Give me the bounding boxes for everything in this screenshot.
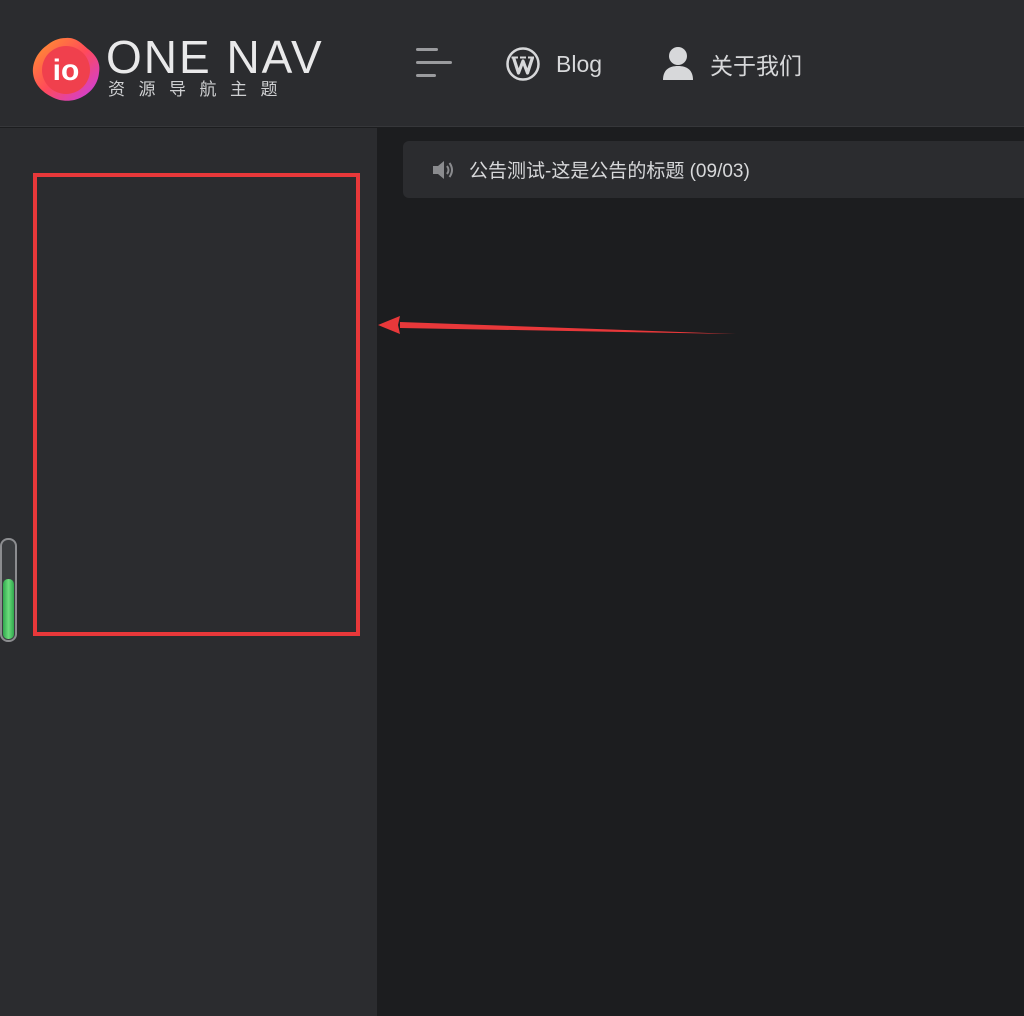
sidebar	[0, 128, 377, 1016]
svg-text:io: io	[53, 54, 80, 87]
logo-title: ONE NAV	[106, 31, 324, 83]
nav-item-label: 关于我们	[710, 53, 802, 79]
wordpress-icon	[506, 47, 540, 81]
announcement-bar: 公告测试-这是公告的标题 (09/03)	[403, 141, 1024, 198]
announcement-link[interactable]: 公告测试-这是公告的标题 (09/03)	[469, 156, 750, 183]
page: io ONE NAV 资源导航主题 Blog 关于我们 公告测试-这是公告的标题…	[0, 0, 1024, 1016]
highlight-box	[33, 173, 360, 636]
logo-subtitle: 资源导航主题	[108, 80, 291, 99]
nav-item-blog[interactable]: Blog	[506, 44, 602, 84]
io-logo-icon: io	[30, 35, 102, 103]
nav-item-about[interactable]: 关于我们	[662, 44, 802, 84]
user-icon	[662, 46, 694, 82]
menu-icon[interactable]	[416, 46, 454, 80]
scroll-indicator-fill	[3, 579, 14, 639]
speaker-icon	[431, 159, 455, 181]
site-header: io ONE NAV 资源导航主题 Blog 关于我们	[0, 0, 1024, 127]
site-logo[interactable]: io ONE NAV 资源导航主题	[30, 32, 350, 104]
nav-item-label: Blog	[556, 50, 603, 77]
annotation-arrow	[378, 316, 736, 334]
scroll-indicator[interactable]	[0, 538, 17, 642]
